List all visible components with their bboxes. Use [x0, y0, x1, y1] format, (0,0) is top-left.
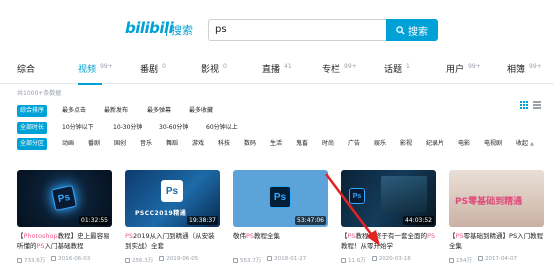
filter-under-10min[interactable]: 10分钟以下	[62, 122, 94, 134]
upload-date: 2017-04-07	[478, 256, 517, 264]
video-duration: 19:38:37	[187, 216, 218, 225]
zone-collapse[interactable]: 收起 ▲	[516, 138, 534, 150]
tab-user[interactable]: 用户 99+	[446, 62, 481, 75]
video-title[interactable]: 【Photoshop教程】史上最容易听懂的PS入门基础教程	[17, 231, 112, 251]
active-tab-indicator	[78, 83, 102, 85]
video-card[interactable]: Ps 01:32:55 【Photoshop教程】史上最容易听懂的PS入门基础教…	[17, 170, 112, 264]
grid-view-icon[interactable]	[520, 101, 528, 109]
video-thumbnail[interactable]: Ps 53:47:06	[233, 170, 328, 227]
zone-ads[interactable]: 广告	[348, 138, 360, 150]
tab-video[interactable]: 视频 99+	[78, 62, 113, 75]
search-icon	[396, 25, 405, 35]
filter-most-clicks[interactable]: 最多点击	[62, 105, 86, 117]
tab-topic[interactable]: 话题 1	[384, 62, 410, 75]
filter-30-60min[interactable]: 30-60分钟	[159, 122, 188, 134]
play-count-icon	[17, 258, 22, 263]
video-meta: 256.3万 2019-06-05	[125, 256, 220, 264]
zone-digital[interactable]: 数码	[244, 138, 256, 150]
view-count: 11.6万	[341, 256, 366, 264]
view-count: 154万	[449, 256, 472, 264]
video-meta: 733.6万 2016-06-03	[17, 256, 112, 264]
upload-date: 2019-06-05	[159, 256, 198, 264]
chevron-up-icon: ▲	[529, 141, 534, 147]
zone-life[interactable]: 生活	[270, 138, 282, 150]
zone-filter-row: 全部分区 动画 番剧 国创 音乐 舞蹈 游戏 科技 数码 生活 鬼畜 时尚 广告…	[17, 138, 547, 150]
tab-article[interactable]: 专栏 99+	[322, 62, 357, 75]
thumbnail-caption: PS零基础到精通	[455, 197, 523, 207]
list-view-icon[interactable]	[533, 101, 541, 109]
tab-movie[interactable]: 影视 0	[201, 62, 227, 75]
view-count: 733.6万	[17, 256, 45, 264]
tab-bangumi[interactable]: 番剧 0	[140, 62, 166, 75]
play-count-icon	[125, 258, 130, 263]
upload-date: 2020-03-18	[371, 256, 411, 264]
video-thumbnail[interactable]: Ps PSCC2019精通 19:38:37	[125, 170, 220, 227]
annotation-arrow-icon	[325, 173, 380, 246]
filter-most-favorites[interactable]: 最多收藏	[189, 105, 213, 117]
header: bilibili 搜索 ps 搜索	[0, 0, 554, 52]
photoshop-logo-icon: Ps	[269, 186, 291, 208]
zone-tech[interactable]: 科技	[218, 138, 230, 150]
play-count-icon	[233, 258, 238, 263]
calendar-icon	[51, 256, 57, 261]
video-card[interactable]: Ps 53:47:06 敬伟PS教程全集 553.7万 2018-01-27	[233, 170, 328, 264]
calendar-icon	[159, 256, 165, 261]
video-title[interactable]: 敬伟PS教程全集	[233, 231, 328, 251]
filter-all-zones[interactable]: 全部分区	[17, 138, 48, 150]
zone-guochuang[interactable]: 国创	[114, 138, 126, 150]
zone-music[interactable]: 音乐	[140, 138, 152, 150]
zone-bangumi[interactable]: 番剧	[88, 138, 100, 150]
video-title[interactable]: PS2019从入门到精通（从安装到实战）全套	[125, 231, 220, 251]
upload-date: 2016-06-03	[51, 256, 90, 264]
filter-newest[interactable]: 最新发布	[104, 105, 128, 117]
calendar-icon	[267, 256, 273, 261]
video-duration: 01:32:55	[79, 216, 110, 225]
filter-sort-default[interactable]: 综合排序	[17, 105, 48, 117]
video-meta: 154万 2017-04-07	[449, 256, 544, 264]
zone-film[interactable]: 影视	[400, 138, 412, 150]
video-meta: 553.7万 2018-01-27	[233, 256, 328, 264]
tab-all[interactable]: 综合	[17, 62, 35, 75]
search-input[interactable]: ps	[208, 19, 386, 41]
video-duration: 44:03:52	[403, 216, 434, 225]
result-tabs: 综合 视频 99+ 番剧 0 影视 0 直播 41 专栏 99+ 话题 1 用户 99+ 相簿…	[0, 58, 554, 84]
filter-most-danmaku[interactable]: 最多弹幕	[147, 105, 171, 117]
tab-photo[interactable]: 相簿 99+	[507, 62, 542, 75]
filter-over-60min[interactable]: 60分钟以上	[206, 122, 238, 134]
logo-subtitle: 搜索	[171, 24, 193, 37]
play-count-icon	[341, 258, 346, 263]
search-button[interactable]: 搜索	[386, 19, 438, 41]
zone-game[interactable]: 游戏	[192, 138, 204, 150]
thumbnail-caption: PSCC2019精通	[135, 210, 187, 217]
zone-entertainment[interactable]: 娱乐	[374, 138, 386, 150]
zone-dance[interactable]: 舞蹈	[166, 138, 178, 150]
calendar-icon	[478, 256, 483, 261]
play-count-icon	[449, 258, 454, 263]
filter-all-duration[interactable]: 全部时长	[17, 122, 48, 134]
filter-10-30min[interactable]: 10-30分钟	[113, 122, 142, 134]
view-count: 256.3万	[125, 256, 153, 264]
video-card[interactable]: PS零基础到精通 【PS零基础到精通】PS入门教程全集 154万 2017-04-…	[449, 170, 544, 264]
zone-fashion[interactable]: 时尚	[322, 138, 334, 150]
tab-live[interactable]: 直播 41	[262, 62, 292, 75]
result-count: 共1000+条数据	[17, 90, 62, 97]
video-title[interactable]: 【PS零基础到精通】PS入门教程全集	[449, 231, 544, 251]
zone-animation[interactable]: 动画	[62, 138, 74, 150]
zone-kichiku[interactable]: 鬼畜	[296, 138, 308, 150]
photoshop-logo-icon: Ps	[50, 184, 78, 212]
logo-divider	[166, 22, 167, 36]
zone-movie[interactable]: 电影	[458, 138, 470, 150]
view-count: 553.7万	[233, 256, 261, 264]
video-thumbnail[interactable]: Ps 01:32:55	[17, 170, 112, 227]
search-button-label: 搜索	[408, 26, 428, 38]
video-meta: 11.6万 2020-03-18	[341, 256, 436, 264]
upload-date: 2018-01-27	[267, 256, 306, 264]
photoshop-logo-icon: Ps	[161, 180, 183, 202]
video-card[interactable]: Ps PSCC2019精通 19:38:37 PS2019从入门到精通（从安装到…	[125, 170, 220, 264]
calendar-icon	[371, 256, 377, 261]
zone-tv-series[interactable]: 电视剧	[484, 138, 502, 150]
zone-documentary[interactable]: 纪录片	[426, 138, 444, 150]
video-thumbnail[interactable]: PS零基础到精通	[449, 170, 544, 227]
